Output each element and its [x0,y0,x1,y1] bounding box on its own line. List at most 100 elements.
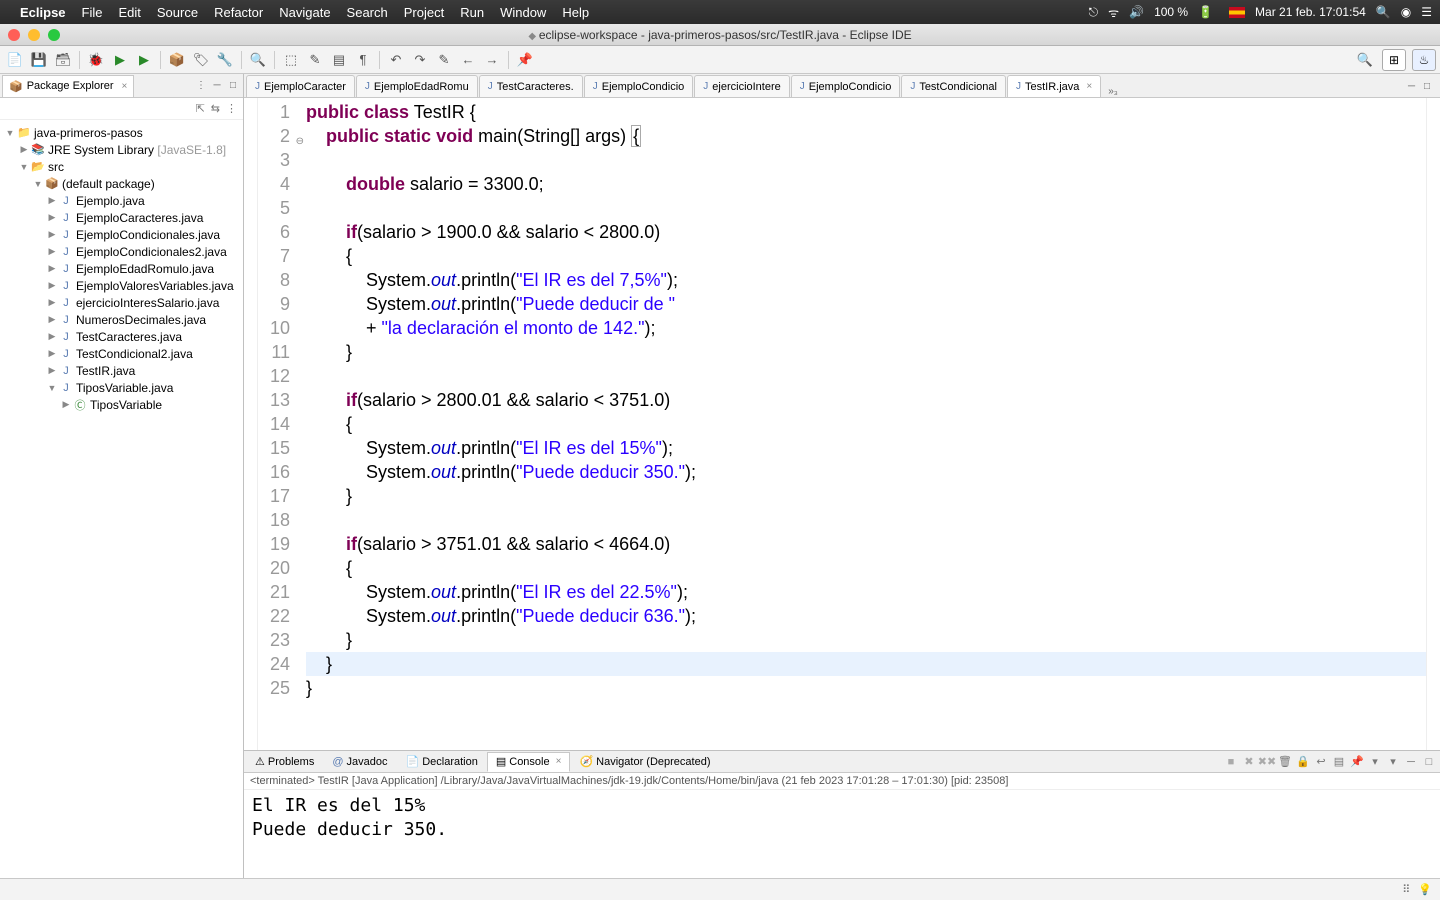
tip-bulb-icon[interactable]: 💡 [1418,883,1432,896]
console-tab[interactable]: ▤Console× [487,752,571,772]
terminate-icon[interactable]: ■ [1222,753,1240,771]
editor-tab[interactable]: JTestCondicional [901,75,1006,97]
coverage-button[interactable]: ▶ [133,49,155,71]
menu-source[interactable]: Source [157,5,198,20]
wifi-icon[interactable]: ᯤ [1108,4,1119,21]
jre-node[interactable]: JRE System Library [JavaSE-1.8] [48,143,226,157]
editor-tab[interactable]: JEjemploCondicio [791,75,901,97]
project-tree[interactable]: ▼📁java-primeros-pasos ▶📚JRE System Libra… [0,120,243,878]
save-all-button[interactable]: 🗃 [52,49,74,71]
menu-run[interactable]: Run [460,5,484,20]
file-node[interactable]: ejercicioInteresSalario.java [76,296,219,310]
scroll-lock-icon[interactable]: 🔒 [1294,753,1312,771]
menu-project[interactable]: Project [404,5,444,20]
project-node[interactable]: java-primeros-pasos [34,126,143,140]
file-node[interactable]: TestIR.java [76,364,135,378]
java-perspective-button[interactable]: ♨ [1412,49,1436,71]
new-java-button[interactable]: 📦 [166,49,188,71]
close-icon[interactable]: × [122,81,128,92]
editor-tab[interactable]: JTestCaracteres. [479,75,583,97]
show-console-icon[interactable]: ▤ [1330,753,1348,771]
editor-tab-active[interactable]: JTestIR.java× [1007,75,1101,97]
code-editor[interactable]: 1234567891011121314151617181920212223242… [244,98,1440,750]
menu-edit[interactable]: Edit [118,5,140,20]
editor-tab[interactable]: JEjemploCondicio [584,75,694,97]
problems-tab[interactable]: ⚠Problems [246,752,323,772]
file-node[interactable]: EjemploValoresVariables.java [76,279,234,293]
file-node[interactable]: NumerosDecimales.java [76,313,206,327]
annotation-prev-button[interactable]: ↶ [385,49,407,71]
last-edit-button[interactable]: ✎ [433,49,455,71]
tab-overflow-indicator[interactable]: »₃ [1102,86,1124,97]
new-button[interactable]: 📄 [4,49,26,71]
siri-icon[interactable]: ◉ [1401,5,1411,19]
mark-occurrences-button[interactable]: ✎ [304,49,326,71]
pin-console-icon[interactable]: 📌 [1348,753,1366,771]
file-node[interactable]: EjemploCondicionales.java [76,228,220,242]
menu-help[interactable]: Help [562,5,589,20]
file-node[interactable]: Ejemplo.java [76,194,145,208]
display-selected-icon[interactable]: ▾ [1366,753,1384,771]
show-whitespace-button[interactable]: ¶ [352,49,374,71]
view-menu-icon[interactable]: ⋮ [193,78,209,94]
debug-button[interactable]: 🐞 [85,49,107,71]
maximize-panel-icon[interactable]: □ [1420,753,1438,771]
declaration-tab[interactable]: 📄Declaration [397,752,487,772]
file-node[interactable]: EjemploCaracteres.java [76,211,203,225]
annotation-next-button[interactable]: ↷ [409,49,431,71]
search-button[interactable]: 🔍 [247,49,269,71]
clear-console-icon[interactable]: 🗑 [1276,753,1294,771]
volume-icon[interactable]: 🔊 [1129,5,1144,19]
file-node[interactable]: EjemploCondicionales2.java [76,245,227,259]
menu-file[interactable]: File [82,5,103,20]
menu-navigate[interactable]: Navigate [279,5,330,20]
back-button[interactable]: ← [457,49,479,71]
new-class-button[interactable]: 🏷 [190,49,212,71]
console-output[interactable]: El IR es del 15% Puede deducir 350. [244,790,1440,878]
menu-window[interactable]: Window [500,5,546,20]
close-icon[interactable]: × [1086,81,1092,92]
minimize-editor-icon[interactable]: ─ [1408,81,1424,97]
app-name[interactable]: Eclipse [20,5,66,20]
file-node[interactable]: TestCondicional2.java [76,347,193,361]
control-center-icon[interactable]: ☰ [1421,5,1432,19]
block-selection-button[interactable]: ▤ [328,49,350,71]
editor-tab[interactable]: JEjemploCaracter [246,75,355,97]
window-minimize-button[interactable] [28,29,40,41]
bluetooth-icon[interactable]: ⎋ [1089,5,1099,20]
run-button[interactable]: ▶ [109,49,131,71]
editor-tab[interactable]: JEjemploEdadRomu [356,75,478,97]
battery-icon[interactable]: 🔋 [1198,5,1213,19]
minimize-panel-icon[interactable]: ─ [1402,753,1420,771]
view-dropdown-icon[interactable]: ⋮ [226,102,237,115]
open-perspective-button[interactable]: ⊞ [1382,49,1406,71]
src-node[interactable]: src [48,160,64,174]
class-node[interactable]: TiposVariable [90,398,162,412]
quick-access-search-icon[interactable]: 🔍 [1354,49,1376,71]
toggle-breadcrumb-button[interactable]: ⬚ [280,49,302,71]
forward-button[interactable]: → [481,49,503,71]
maximize-view-icon[interactable]: □ [225,78,241,94]
package-explorer-tab[interactable]: 📦 Package Explorer × [2,75,134,97]
trim-handle-icon[interactable]: ⠿ [1402,883,1410,896]
file-node[interactable]: TiposVariable.java [76,381,173,395]
input-source-flag[interactable] [1223,7,1245,18]
close-icon[interactable]: × [556,756,562,767]
window-close-button[interactable] [8,29,20,41]
window-maximize-button[interactable] [48,29,60,41]
minimize-view-icon[interactable]: ─ [209,78,225,94]
spotlight-icon[interactable]: 🔍 [1376,5,1391,19]
file-node[interactable]: TestCaracteres.java [76,330,182,344]
clock[interactable]: Mar 21 feb. 17:01:54 [1255,5,1366,19]
navigator-tab[interactable]: 🧭Navigator (Deprecated) [570,752,719,772]
remove-launch-icon[interactable]: ✖ [1240,753,1258,771]
word-wrap-icon[interactable]: ↩ [1312,753,1330,771]
overview-ruler[interactable] [1426,98,1440,750]
editor-tab[interactable]: JejercicioIntere [694,75,789,97]
menu-refactor[interactable]: Refactor [214,5,263,20]
maximize-editor-icon[interactable]: □ [1424,81,1440,97]
open-console-icon[interactable]: ▾ [1384,753,1402,771]
remove-all-icon[interactable]: ✖✖ [1258,753,1276,771]
file-node[interactable]: EjemploEdadRomulo.java [76,262,214,276]
link-editor-icon[interactable]: ⇆ [211,102,220,115]
